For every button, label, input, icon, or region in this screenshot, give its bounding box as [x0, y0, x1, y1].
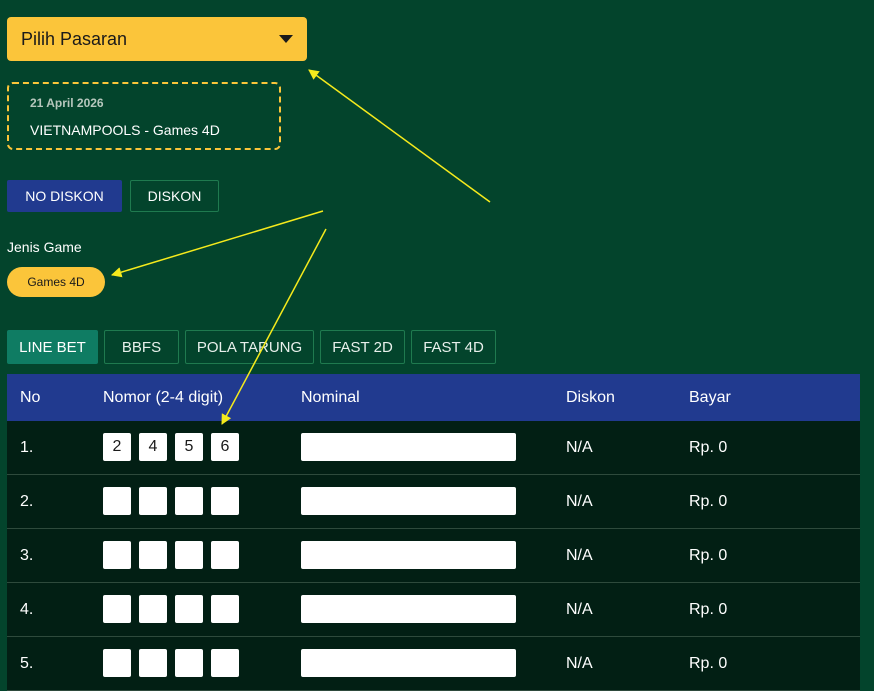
- digit-input[interactable]: [103, 595, 131, 623]
- table-row: 4. N/A Rp. 0: [7, 583, 860, 637]
- table-row: 1. N/A Rp. 0: [7, 421, 860, 475]
- digit-input[interactable]: [211, 595, 239, 623]
- row-diskon: N/A: [566, 438, 593, 456]
- annotation-arrow: [308, 69, 491, 203]
- digit-input[interactable]: [175, 433, 203, 461]
- row-bayar: Rp. 0: [689, 654, 728, 672]
- nominal-input[interactable]: [301, 649, 516, 677]
- digit-input[interactable]: [139, 541, 167, 569]
- bet-table: No Nomor (2-4 digit) Nominal Diskon Baya…: [7, 374, 860, 691]
- nominal-input[interactable]: [301, 487, 516, 515]
- table-row: 5. N/A Rp. 0: [7, 637, 860, 691]
- row-number: 4.: [20, 600, 34, 618]
- row-number: 3.: [20, 546, 34, 564]
- header-bayar: Bayar: [689, 388, 731, 406]
- digit-input[interactable]: [139, 595, 167, 623]
- row-bayar: Rp. 0: [689, 600, 728, 618]
- table-header: No Nomor (2-4 digit) Nominal Diskon Baya…: [7, 374, 860, 421]
- row-diskon: N/A: [566, 492, 593, 510]
- table-row: 2. N/A Rp. 0: [7, 475, 860, 529]
- header-nominal: Nominal: [301, 388, 360, 406]
- row-diskon: N/A: [566, 546, 593, 564]
- digit-group: [103, 595, 239, 623]
- game-type-pill[interactable]: Games 4D: [7, 267, 105, 297]
- digit-group: [103, 487, 239, 515]
- row-bayar: Rp. 0: [689, 492, 728, 510]
- digit-group: [103, 649, 239, 677]
- row-number: 1.: [20, 438, 34, 456]
- jenis-game-label: Jenis Game: [7, 239, 82, 255]
- digit-input[interactable]: [175, 649, 203, 677]
- row-diskon: N/A: [566, 600, 593, 618]
- row-diskon: N/A: [566, 654, 593, 672]
- diskon-button[interactable]: DISKON: [130, 180, 219, 212]
- row-bayar: Rp. 0: [689, 438, 728, 456]
- digit-input[interactable]: [175, 487, 203, 515]
- market-info-box: 21 April 2026 VIETNAMPOOLS - Games 4D: [7, 82, 281, 150]
- digit-input[interactable]: [211, 433, 239, 461]
- digit-input[interactable]: [211, 487, 239, 515]
- info-date: 21 April 2026: [30, 96, 104, 110]
- digit-input[interactable]: [103, 433, 131, 461]
- caret-down-icon: [279, 35, 293, 43]
- header-diskon: Diskon: [566, 388, 615, 406]
- nominal-input[interactable]: [301, 541, 516, 569]
- digit-input[interactable]: [139, 649, 167, 677]
- market-select-label: Pilih Pasaran: [21, 28, 128, 49]
- row-bayar: Rp. 0: [689, 546, 728, 564]
- nominal-input[interactable]: [301, 595, 516, 623]
- market-select[interactable]: Pilih Pasaran: [7, 17, 307, 61]
- row-number: 2.: [20, 492, 34, 510]
- tab-fast-2d[interactable]: FAST 2D: [320, 330, 405, 364]
- digit-input[interactable]: [211, 541, 239, 569]
- digit-input[interactable]: [175, 595, 203, 623]
- digit-input[interactable]: [103, 541, 131, 569]
- digit-input[interactable]: [139, 487, 167, 515]
- digit-input[interactable]: [103, 487, 131, 515]
- digit-input[interactable]: [175, 541, 203, 569]
- tab-fast-4d[interactable]: FAST 4D: [411, 330, 496, 364]
- digit-input[interactable]: [211, 649, 239, 677]
- digit-group: [103, 433, 239, 461]
- digit-input[interactable]: [139, 433, 167, 461]
- info-market: VIETNAMPOOLS - Games 4D: [30, 122, 220, 138]
- tab-line-bet[interactable]: LINE BET: [7, 330, 98, 364]
- digit-input[interactable]: [103, 649, 131, 677]
- header-no: No: [20, 388, 41, 406]
- digit-group: [103, 541, 239, 569]
- no-diskon-button[interactable]: NO DISKON: [7, 180, 122, 212]
- row-number: 5.: [20, 654, 34, 672]
- annotation-arrow: [110, 210, 324, 278]
- table-row: 3. N/A Rp. 0: [7, 529, 860, 583]
- header-nomor: Nomor (2-4 digit): [103, 388, 224, 406]
- nominal-input[interactable]: [301, 433, 516, 461]
- tab-pola-tarung[interactable]: POLA TARUNG: [185, 330, 314, 364]
- tab-bbfs[interactable]: BBFS: [104, 330, 179, 364]
